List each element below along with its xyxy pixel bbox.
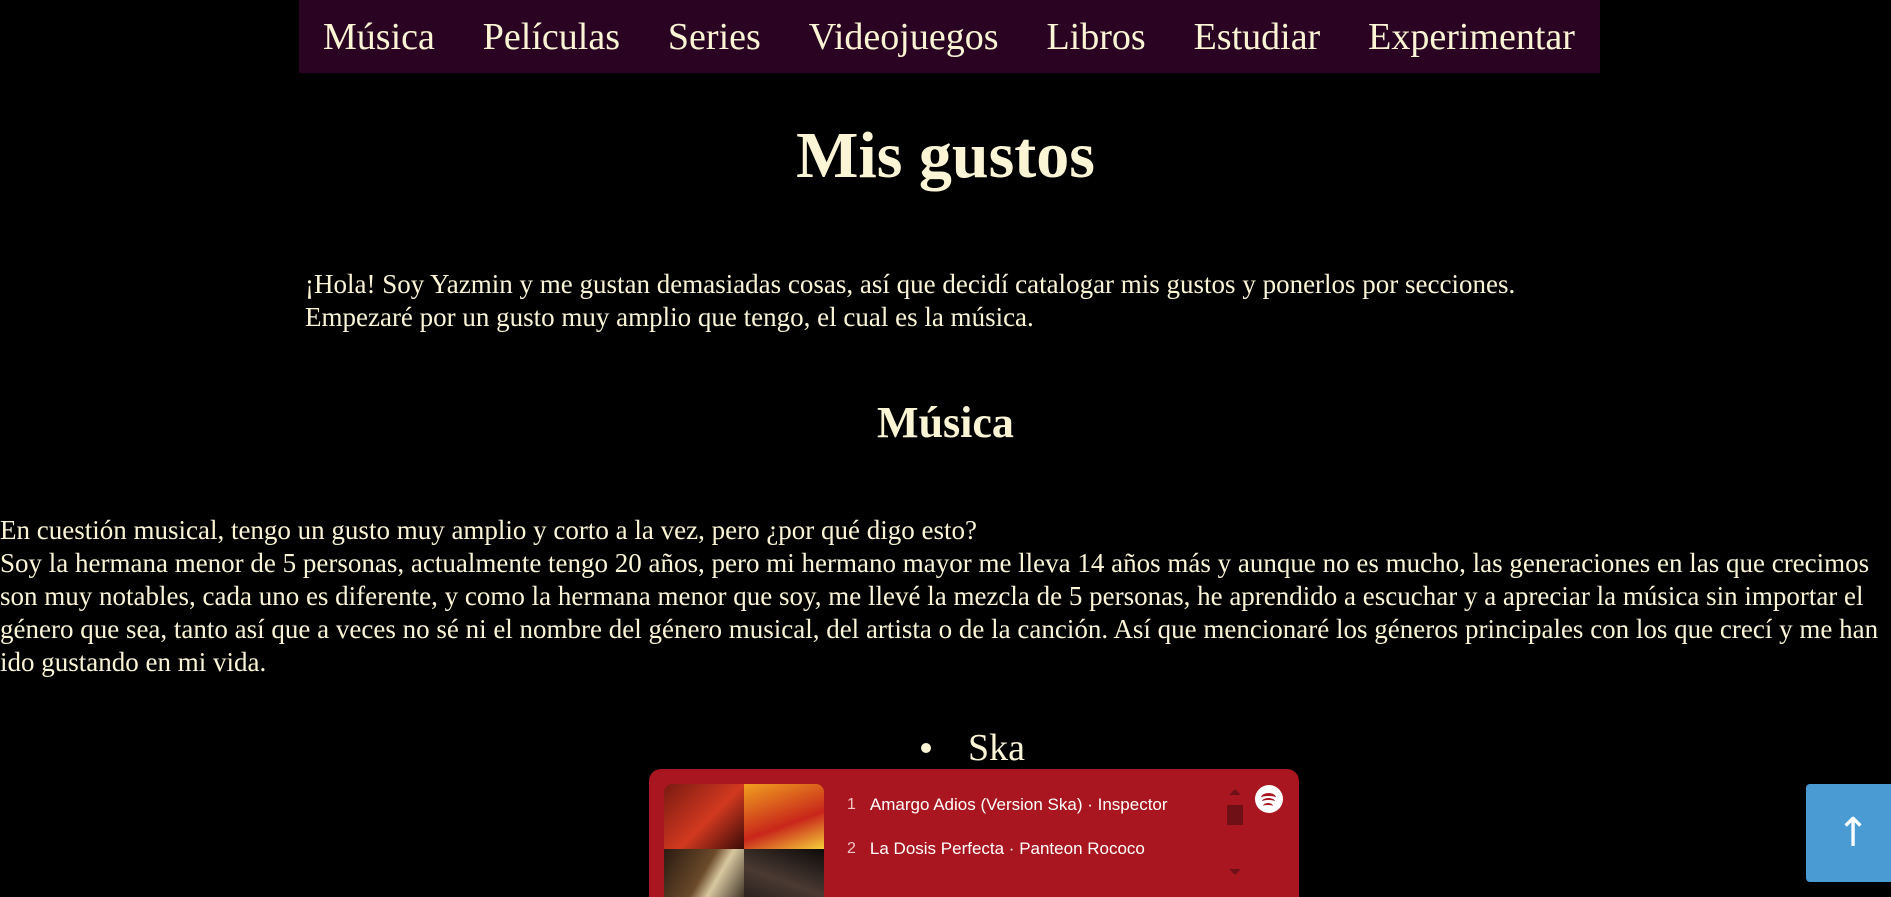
bullet-icon [921, 743, 931, 753]
cover-tile [664, 849, 744, 897]
spotify-icon[interactable] [1255, 785, 1283, 813]
scroll-up-arrow-icon[interactable] [1229, 789, 1241, 795]
musica-body-text: En cuestión musical, tengo un gusto muy … [0, 514, 1885, 679]
cover-tile [744, 784, 824, 849]
spotify-embed-player[interactable]: 1 Amargo Adios (Version Ska) · Inspector… [649, 769, 1299, 897]
nav-link-peliculas[interactable]: Películas [483, 15, 620, 59]
track-row[interactable]: 2 La Dosis Perfecta · Panteon Rococo [847, 839, 1145, 859]
intro-line-1: ¡Hola! Soy Yazmin y me gustan demasiadas… [305, 269, 1516, 299]
genre-label: Ska [968, 727, 1025, 769]
scrollbar-thumb[interactable] [1227, 805, 1243, 825]
nav-link-musica[interactable]: Música [323, 15, 435, 59]
intro-line-2: Empezaré por un gusto muy amplio que ten… [305, 302, 1034, 332]
section-heading-musica: Música [877, 398, 1014, 447]
genre-list-item: Ska [921, 725, 1025, 771]
spotify-wave [1263, 803, 1273, 809]
scroll-down-arrow-icon[interactable] [1229, 869, 1241, 875]
back-to-top-button[interactable]: ↑ [1806, 784, 1891, 882]
nav-link-libros[interactable]: Libros [1046, 15, 1145, 59]
cover-tile [744, 849, 824, 897]
arrow-up-icon: ↑ [1836, 810, 1870, 856]
track-title: Amargo Adios (Version Ska) · Inspector [869, 795, 1168, 814]
track-number: 1 [847, 796, 856, 813]
musica-intro-line: En cuestión musical, tengo un gusto muy … [0, 515, 978, 545]
main-nav: Música Películas Series Videojuegos Libr… [299, 0, 1600, 73]
nav-link-videojuegos[interactable]: Videojuegos [809, 15, 999, 59]
cover-tile [664, 784, 744, 849]
nav-link-experimentar[interactable]: Experimentar [1368, 15, 1575, 59]
nav-link-estudiar[interactable]: Estudiar [1194, 15, 1321, 59]
playlist-cover-image [664, 784, 824, 897]
intro-text: ¡Hola! Soy Yazmin y me gustan demasiadas… [305, 268, 1705, 334]
nav-link-series[interactable]: Series [668, 15, 761, 59]
track-number: 2 [847, 840, 856, 857]
track-title: La Dosis Perfecta · Panteon Rococo [869, 839, 1145, 858]
page-title: Mis gustos [796, 119, 1095, 192]
track-row[interactable]: 1 Amargo Adios (Version Ska) · Inspector [847, 795, 1168, 815]
musica-paragraph: Soy la hermana menor de 5 personas, actu… [0, 548, 1879, 677]
